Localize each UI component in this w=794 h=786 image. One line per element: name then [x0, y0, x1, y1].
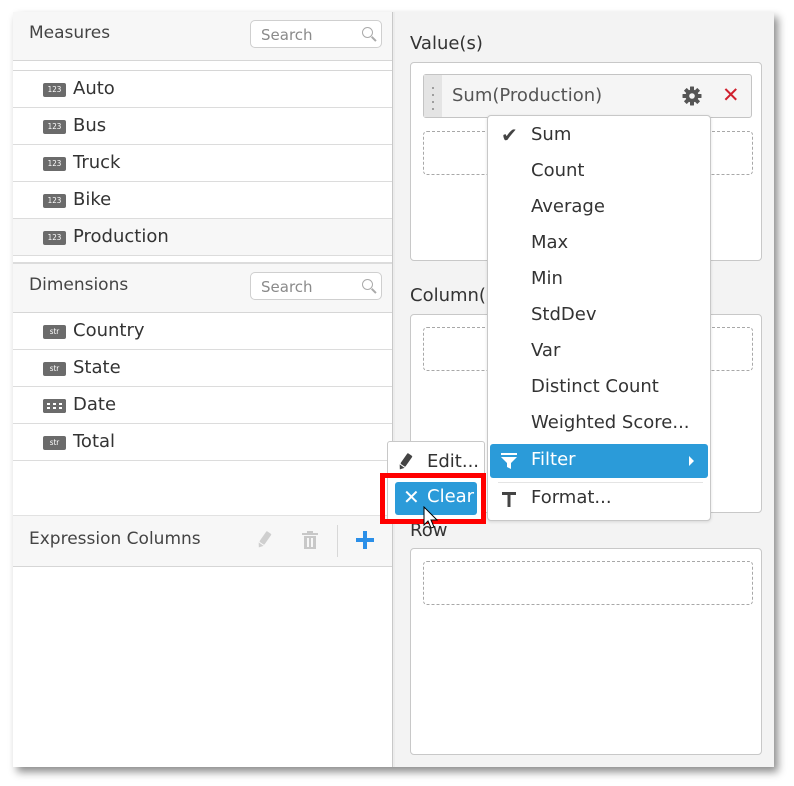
string-type-icon: str	[43, 436, 66, 450]
expression-columns-header: Expression Columns	[13, 515, 392, 567]
submenu-item-label: Clear	[427, 486, 475, 507]
list-item-total[interactable]: str Total	[13, 424, 392, 461]
item-label: Auto	[73, 78, 115, 99]
menu-item-label: Var	[531, 340, 561, 361]
value-field-label: Sum(Production)	[452, 85, 603, 106]
list-item-state[interactable]: str State	[13, 350, 392, 387]
aggregate-menu: ✔ Sum Count Average Max Min StdDev Var D…	[487, 115, 711, 521]
field-list-panel: Measures 123 Auto 123 Bus 123 Truck 123	[13, 12, 393, 767]
search-icon[interactable]	[362, 279, 373, 290]
dimensions-header: Dimensions	[13, 262, 392, 313]
divider	[337, 525, 338, 557]
rows-drop-placeholder	[423, 561, 753, 605]
text-format-icon	[500, 490, 518, 513]
item-label: Bike	[73, 189, 112, 210]
item-label: Bus	[73, 115, 107, 136]
number-type-icon: 123	[43, 120, 66, 134]
number-type-icon: 123	[43, 194, 66, 208]
value-field-pill[interactable]: Sum(Production) ✕	[423, 74, 752, 118]
pencil-icon	[396, 452, 414, 477]
item-label: Total	[73, 431, 116, 452]
menu-item-label: Sum	[531, 124, 572, 145]
number-type-icon: 123	[43, 231, 66, 245]
measures-search[interactable]	[250, 20, 382, 48]
menu-item-label: Max	[531, 232, 569, 253]
trash-icon[interactable]	[301, 530, 319, 554]
dimensions-search[interactable]	[250, 272, 382, 300]
check-icon: ✔	[501, 123, 518, 147]
menu-item-distinct-count[interactable]: Distinct Count	[490, 371, 708, 405]
menu-item-label: Format...	[531, 487, 612, 508]
item-label: Date	[73, 394, 117, 415]
menu-item-format[interactable]: Format...	[490, 482, 708, 516]
values-label: Value(s)	[410, 33, 483, 54]
filter-icon	[500, 452, 518, 475]
list-item-bike[interactable]: 123 Bike	[13, 182, 392, 219]
calendar-icon	[43, 399, 66, 413]
menu-item-stddev[interactable]: StdDev	[490, 299, 708, 333]
rows-drop-area[interactable]	[410, 548, 762, 755]
submenu-arrow-icon	[689, 456, 694, 466]
menu-item-average[interactable]: Average	[490, 191, 708, 225]
dimensions-list: str Country str State Date str Total	[13, 313, 392, 461]
list-item-production[interactable]: 123 Production	[13, 219, 392, 256]
list-item-auto[interactable]: 123 Auto	[13, 71, 392, 108]
menu-item-label: StdDev	[531, 304, 597, 325]
menu-item-label: Weighted Score...	[531, 412, 690, 433]
item-label: Truck	[73, 152, 121, 173]
menu-item-label: Min	[531, 268, 563, 289]
item-label: Production	[73, 226, 169, 247]
menu-item-var[interactable]: Var	[490, 335, 708, 369]
string-type-icon: str	[43, 362, 66, 376]
menu-item-sum[interactable]: ✔ Sum	[490, 119, 708, 153]
pencil-icon[interactable]	[255, 530, 273, 554]
item-label: State	[73, 357, 121, 378]
menu-item-min[interactable]: Min	[490, 263, 708, 297]
plus-icon[interactable]	[355, 530, 375, 554]
close-icon: ✕	[403, 485, 420, 509]
list-item-truck[interactable]: 123 Truck	[13, 145, 392, 182]
menu-item-label: Distinct Count	[531, 376, 659, 397]
string-type-icon: str	[43, 325, 66, 339]
close-icon[interactable]: ✕	[722, 84, 740, 106]
submenu-item-label: Edit...	[427, 451, 480, 472]
submenu-item-edit[interactable]: Edit...	[388, 444, 484, 478]
menu-item-count[interactable]: Count	[490, 155, 708, 189]
dimensions-search-input[interactable]	[259, 274, 358, 300]
list-item-bus[interactable]: 123 Bus	[13, 108, 392, 145]
search-icon[interactable]	[362, 27, 373, 38]
dimensions-title: Dimensions	[29, 275, 129, 295]
menu-item-label: Average	[531, 196, 605, 217]
menu-item-label: Count	[531, 160, 585, 181]
measures-header: Measures	[13, 12, 392, 61]
list-item-country[interactable]: str Country	[13, 313, 392, 350]
item-label: Country	[73, 320, 145, 341]
mouse-cursor-icon	[423, 505, 439, 534]
number-type-icon: 123	[43, 83, 66, 97]
menu-item-weighted-score[interactable]: Weighted Score...	[490, 407, 708, 441]
drag-handle-icon[interactable]	[424, 75, 442, 117]
menu-item-label: Filter	[531, 449, 576, 470]
number-type-icon: 123	[43, 157, 66, 171]
menu-item-filter[interactable]: Filter	[490, 444, 708, 478]
expression-columns-title: Expression Columns	[29, 529, 201, 549]
measures-title: Measures	[29, 23, 111, 43]
menu-item-max[interactable]: Max	[490, 227, 708, 261]
gear-icon[interactable]	[682, 86, 702, 110]
measures-list: 123 Auto 123 Bus 123 Truck 123 Bike 123 …	[13, 71, 392, 256]
measures-search-input[interactable]	[259, 22, 358, 48]
list-item-date[interactable]: Date	[13, 387, 392, 424]
